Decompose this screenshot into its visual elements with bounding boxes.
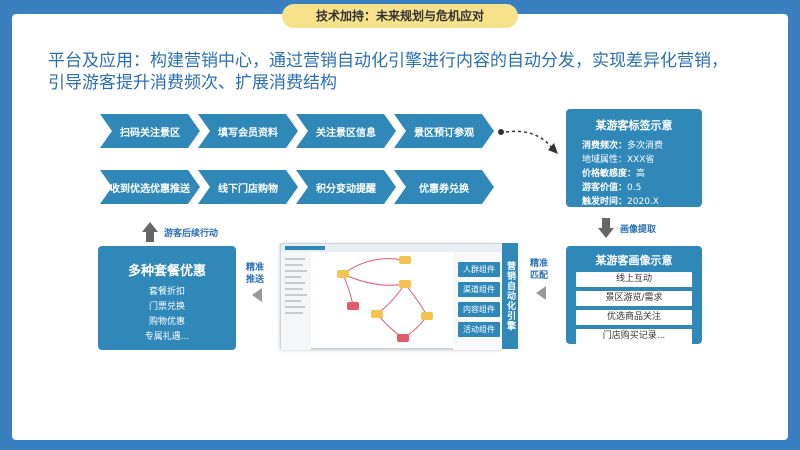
tag-key: 地域属性： bbox=[582, 155, 628, 165]
headline-line-1: 平台及应用：构建营销中心，通过营销自动化引擎进行内容的自动分发，实现差异化营销， bbox=[48, 51, 728, 71]
arrow-left-icon bbox=[536, 286, 546, 300]
component-channel: 渠道组件 bbox=[458, 282, 500, 297]
tag-card-title: 某游客标签示意 bbox=[595, 119, 673, 132]
tag-row: 消费频次：多次消费 bbox=[582, 139, 702, 153]
portrait-item: 门店购买记录... bbox=[576, 329, 692, 344]
arrow-down-icon bbox=[598, 218, 614, 238]
tag-key: 触发时间： bbox=[582, 197, 628, 207]
flow-step-fill-profile: 填写会员资料 bbox=[198, 114, 298, 148]
portrait-item: 线上互动 bbox=[576, 272, 692, 287]
portrait-extract-label: 画像提取 bbox=[620, 225, 657, 235]
precise-push-line: 精准 bbox=[246, 263, 265, 273]
tag-key: 消费频次： bbox=[582, 141, 628, 151]
dashed-arrow-icon bbox=[498, 129, 558, 154]
flow-step-receive-push: 收到优选优惠推送 bbox=[100, 170, 200, 204]
tag-row: 价格敏感度：高 bbox=[582, 167, 702, 181]
tag-key: 游客价值： bbox=[582, 183, 628, 193]
engine-label: 营销自动化引擎 bbox=[502, 243, 518, 349]
portrait-card: 某游客画像示意 线上互动 景区游览/需求 优选商品关注 门店购买记录... bbox=[566, 246, 702, 344]
component-activity: 活动组件 bbox=[458, 322, 500, 337]
offer-item: 门票兑换 bbox=[148, 302, 185, 312]
tag-value: XXX省 bbox=[627, 155, 655, 165]
headline: 平台及应用：构建营销中心，通过营销自动化引擎进行内容的自动分发，实现差异化营销，… bbox=[48, 50, 768, 94]
component-audience: 人群组件 bbox=[458, 262, 500, 277]
tag-value: 高 bbox=[636, 169, 646, 179]
precise-push-line: 推送 bbox=[246, 275, 265, 285]
flow-step-coupon-redeem: 优惠券兑换 bbox=[394, 170, 494, 204]
headline-line-2: 引导游客提升消费频次、扩展消费结构 bbox=[48, 73, 337, 93]
flow-step-scan: 扫码关注景区 bbox=[100, 114, 200, 148]
precise-match-line: 精准 bbox=[530, 259, 549, 269]
tag-row: 触发时间：2020.X bbox=[582, 195, 702, 209]
offer-item: 套餐折扣 bbox=[148, 287, 185, 297]
offer-card-title: 多种套餐优惠 bbox=[127, 264, 206, 279]
portrait-item: 优选商品关注 bbox=[576, 310, 692, 325]
arrow-up-icon bbox=[142, 222, 158, 242]
slide-banner: 技术加持：未来规划与危机应对 bbox=[282, 4, 518, 28]
flow-step-book-visit: 景区预订参观 bbox=[394, 114, 494, 148]
tag-card: 某游客标签示意 消费频次：多次消费 地域属性：XXX省 价格敏感度：高 游客价值… bbox=[566, 109, 702, 207]
tag-value: 2020.X bbox=[627, 197, 659, 207]
tag-key: 价格敏感度： bbox=[582, 169, 637, 179]
precise-push-label: 精准 推送 bbox=[246, 262, 264, 286]
tag-value: 多次消费 bbox=[627, 141, 664, 151]
precise-match-line: 匹配 bbox=[530, 271, 549, 281]
offer-item: 专属礼遇... bbox=[144, 332, 190, 342]
component-content: 内容组件 bbox=[458, 302, 500, 317]
arrow-left-icon bbox=[252, 288, 262, 302]
followup-action-label: 游客后续行动 bbox=[164, 229, 219, 239]
tag-value: 0.5 bbox=[627, 183, 642, 193]
precise-match-label: 精准 匹配 bbox=[530, 258, 548, 282]
flow-step-offline-shopping: 线下门店购物 bbox=[198, 170, 298, 204]
portrait-card-title: 某游客画像示意 bbox=[595, 254, 673, 267]
offer-item: 购物优惠 bbox=[148, 317, 185, 327]
portrait-item: 景区游览/需求 bbox=[576, 291, 692, 306]
tag-row: 游客价值：0.5 bbox=[582, 181, 702, 195]
flow-step-points-reminder: 积分变动提醒 bbox=[296, 170, 396, 204]
tag-row: 地域属性：XXX省 bbox=[582, 153, 702, 167]
offer-card: 多种套餐优惠 套餐折扣 门票兑换 购物优惠 专属礼遇... bbox=[98, 246, 236, 350]
flow-step-follow-info: 关注景区信息 bbox=[296, 114, 396, 148]
